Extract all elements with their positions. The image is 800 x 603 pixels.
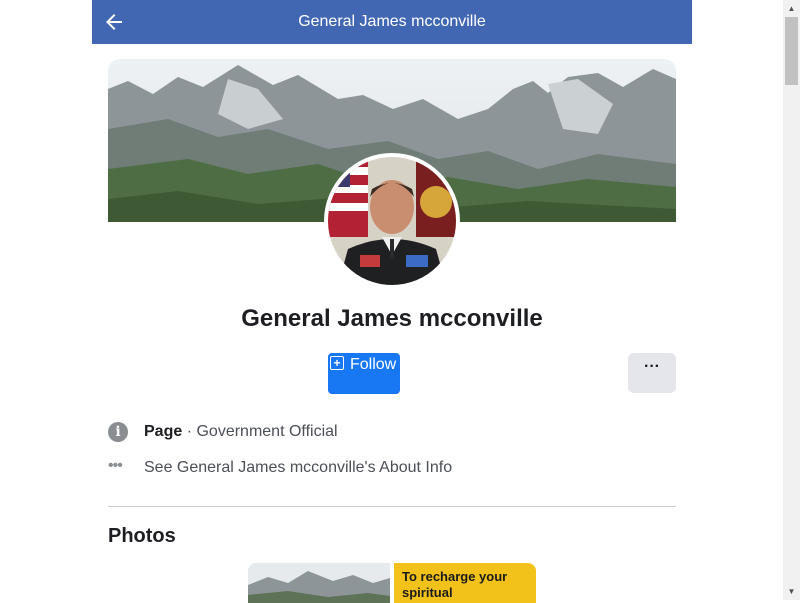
scroll-up-arrow-icon[interactable]: ▲: [783, 0, 800, 17]
category-label: Page: [144, 423, 183, 440]
about-row[interactable]: ••• See General James mcconville's About…: [108, 457, 528, 479]
page-title: General James mcconville: [298, 13, 486, 30]
ellipsis-icon: •••: [108, 457, 123, 474]
follow-button[interactable]: + Follow: [328, 353, 400, 394]
category-text: Page · Government Official: [144, 421, 338, 443]
scroll-down-arrow-icon[interactable]: ▼: [783, 583, 800, 600]
scrollbar[interactable]: ▲ ▼: [783, 0, 800, 600]
photos-heading: Photos: [108, 525, 176, 547]
avatar: [328, 157, 456, 285]
scrollbar-thumb[interactable]: [785, 17, 798, 85]
category-separator: ·: [186, 423, 193, 440]
plus-box-icon: +: [330, 356, 344, 370]
profile-avatar[interactable]: [324, 153, 460, 289]
info-icon: i: [108, 422, 128, 442]
photo-thumbnail[interactable]: To recharge your spiritual: [394, 563, 536, 603]
photo-thumbnail[interactable]: [248, 563, 390, 603]
category-row: i Page · Government Official: [108, 421, 508, 443]
follow-label: Follow: [350, 356, 397, 373]
photo-caption: To recharge your spiritual: [402, 569, 508, 600]
more-options-button[interactable]: ···: [628, 353, 676, 393]
top-bar: General James mcconville: [92, 0, 692, 44]
divider: [108, 506, 676, 507]
category-value: Government Official: [196, 423, 338, 440]
profile-name: General James mcconville: [241, 305, 543, 332]
about-link[interactable]: See General James mcconville's About Inf…: [144, 457, 452, 479]
